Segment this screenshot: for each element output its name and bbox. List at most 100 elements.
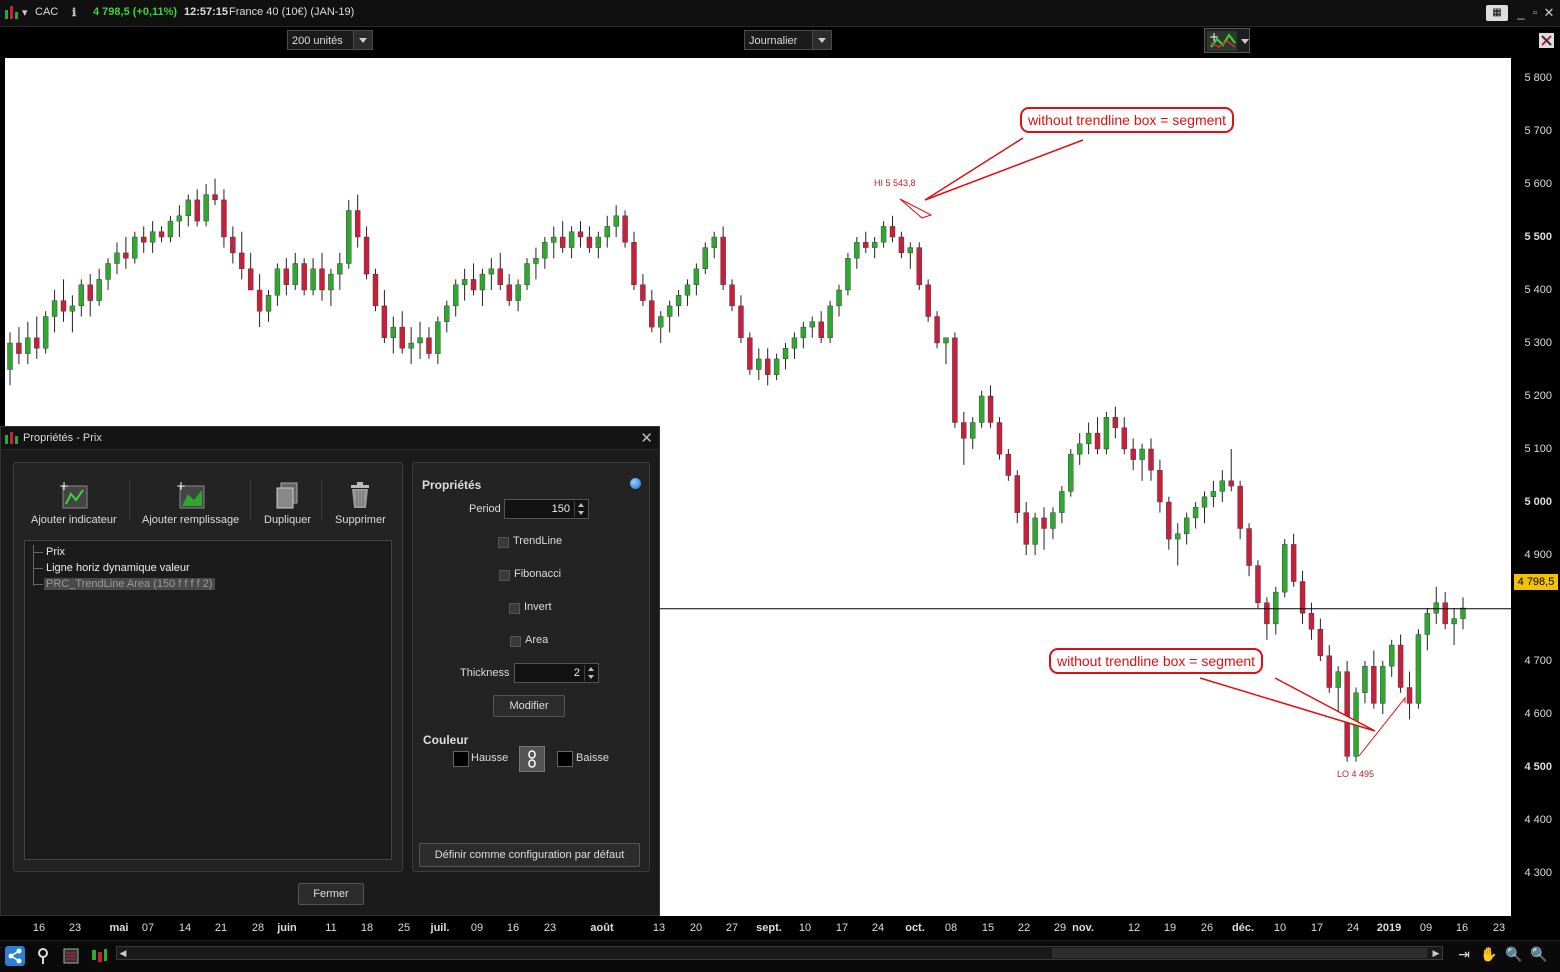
keyboard-icon[interactable]: ▦ [1486, 5, 1508, 21]
candle [533, 257, 539, 264]
baisse-color-swatch[interactable] [557, 751, 573, 767]
delete-label: Supprimer [335, 514, 386, 526]
add-fill-tool[interactable]: + Ajouter remplissage [142, 479, 240, 526]
close-icon[interactable]: ✕ [1541, 5, 1557, 21]
candle [773, 358, 780, 375]
time-axis[interactable]: 16 23 mai 07 14 21 28 juin 11 18 25 juil. 09 16 23 août… [0, 916, 1515, 940]
invert-label: Invert [524, 601, 552, 613]
annotation-top-pointer [924, 137, 1084, 201]
candle [1228, 480, 1234, 487]
add-fill-label: Ajouter remplissage [142, 514, 240, 526]
annotation-top[interactable]: without trendline box = segment [1020, 107, 1235, 133]
hand-icon[interactable]: ✋ [1480, 945, 1498, 963]
candle [898, 236, 905, 254]
dialog-title-bar[interactable]: Propriétés - Prix ✕ [1, 427, 659, 450]
stepper-arrows-icon[interactable] [584, 665, 597, 681]
units-select[interactable]: 200 unités [287, 30, 373, 50]
indicator-chart-icon: + [1207, 30, 1249, 51]
candle [176, 215, 183, 222]
time-label: 12:57:15 [184, 6, 229, 18]
candle [871, 242, 878, 248]
candle [1362, 666, 1368, 693]
time-axis-label: déc. [1231, 922, 1255, 934]
toolbar-divider [250, 480, 251, 520]
hausse-color-swatch[interactable] [453, 751, 469, 767]
trendline-checkbox[interactable] [498, 537, 509, 548]
candle [399, 326, 405, 349]
candle [943, 337, 949, 344]
zoom-in-icon[interactable]: 🔍 [1530, 945, 1548, 963]
invert-checkbox[interactable] [509, 603, 520, 614]
trendline-label: TrendLine [513, 535, 563, 547]
candlestick-logo-icon [5, 6, 19, 19]
time-axis-label: 07 [141, 922, 155, 934]
period-select-value: Journalier [749, 35, 798, 47]
annotation-bottom[interactable]: without trendline box = segment [1049, 648, 1264, 674]
candle [880, 226, 887, 243]
time-axis-label: 24 [1346, 922, 1360, 934]
stepper-arrows-icon[interactable] [574, 501, 587, 517]
time-axis-label: 28 [251, 922, 265, 934]
chevron-down-icon[interactable] [812, 31, 831, 49]
candle [497, 268, 503, 285]
candle [105, 263, 111, 280]
period-stepper[interactable]: 150 [504, 499, 589, 519]
candle [1059, 491, 1065, 513]
scrollbar-thumb[interactable] [1052, 948, 1427, 958]
candles-icon[interactable] [89, 946, 109, 966]
thickness-stepper[interactable]: 2 [514, 663, 599, 683]
properties-panel: Propriétés Period 150 TrendLine Fibonacc… [412, 462, 650, 872]
scroll-right-icon[interactable]: ▶ [1430, 947, 1442, 959]
tree-connector [33, 552, 43, 553]
price-axis[interactable]: 5 800 5 700 5 600 5 500 5 400 5 300 5 200 5 100… [1511, 58, 1560, 916]
add-indicator-button[interactable]: + [1204, 28, 1250, 53]
period-select[interactable]: Journalier [744, 30, 832, 50]
chevron-down-icon[interactable]: ▾ [22, 6, 28, 19]
share-icon[interactable] [5, 946, 25, 966]
area-checkbox[interactable] [510, 636, 521, 647]
scroll-left-icon[interactable]: ◀ [117, 947, 129, 959]
add-indicator-tool[interactable]: + Ajouter indicateur [31, 479, 117, 526]
candle [952, 337, 958, 423]
add-indicator-icon: + [59, 479, 89, 510]
list-chart-icon[interactable] [61, 946, 81, 966]
info-icon[interactable]: ℹ [72, 6, 76, 19]
tree-item-prix[interactable]: Prix [46, 546, 65, 558]
candle [1380, 666, 1386, 704]
tree-item-ligne-horiz[interactable]: Ligne horiz dynamique valeur [46, 562, 190, 574]
link-icon[interactable] [33, 946, 53, 966]
candle [970, 422, 976, 439]
indicator-tree: Prix Ligne horiz dynamique valeur PRC_Tr… [24, 540, 392, 860]
fibonacci-checkbox[interactable] [499, 570, 510, 581]
candle [1094, 432, 1101, 450]
candle [1237, 485, 1243, 529]
help-icon[interactable] [630, 478, 641, 489]
link-colors-icon[interactable] [519, 746, 545, 772]
fit-chart-icon[interactable]: ⇥ [1455, 945, 1473, 963]
modify-button[interactable]: Modifier [493, 695, 565, 717]
candle [247, 268, 254, 291]
candle [1308, 613, 1315, 630]
candle [1415, 634, 1422, 704]
tools-icon[interactable] [1538, 31, 1556, 51]
chart-scrollbar[interactable]: ◀ ▶ [116, 946, 1443, 960]
candle [390, 326, 397, 338]
time-axis-label: 12 [1127, 922, 1141, 934]
close-icon[interactable]: ✕ [640, 429, 653, 447]
candle [78, 284, 85, 307]
symbol-label[interactable]: CAC [35, 6, 58, 18]
candle [1139, 448, 1145, 460]
duplicate-tool[interactable]: Dupliquer [264, 480, 311, 526]
chevron-down-icon[interactable] [353, 31, 372, 49]
candle [194, 199, 200, 222]
price-axis-label: 5 600 [1524, 178, 1552, 190]
candle [96, 279, 102, 301]
zoom-out-icon[interactable]: 🔍 [1505, 945, 1523, 963]
properties-dialog: Propriétés - Prix ✕ + Ajouter indicateur… [0, 426, 660, 916]
close-button[interactable]: Fermer [298, 883, 364, 905]
price-axis-label: 5 400 [1524, 284, 1552, 296]
set-default-button[interactable]: Définir comme configuration par défaut [419, 843, 640, 867]
tree-item-trendline-area[interactable]: PRC_TrendLine Area (150 f f f f 2) [44, 578, 215, 590]
delete-tool[interactable]: Supprimer [335, 480, 386, 526]
candle [239, 252, 245, 269]
